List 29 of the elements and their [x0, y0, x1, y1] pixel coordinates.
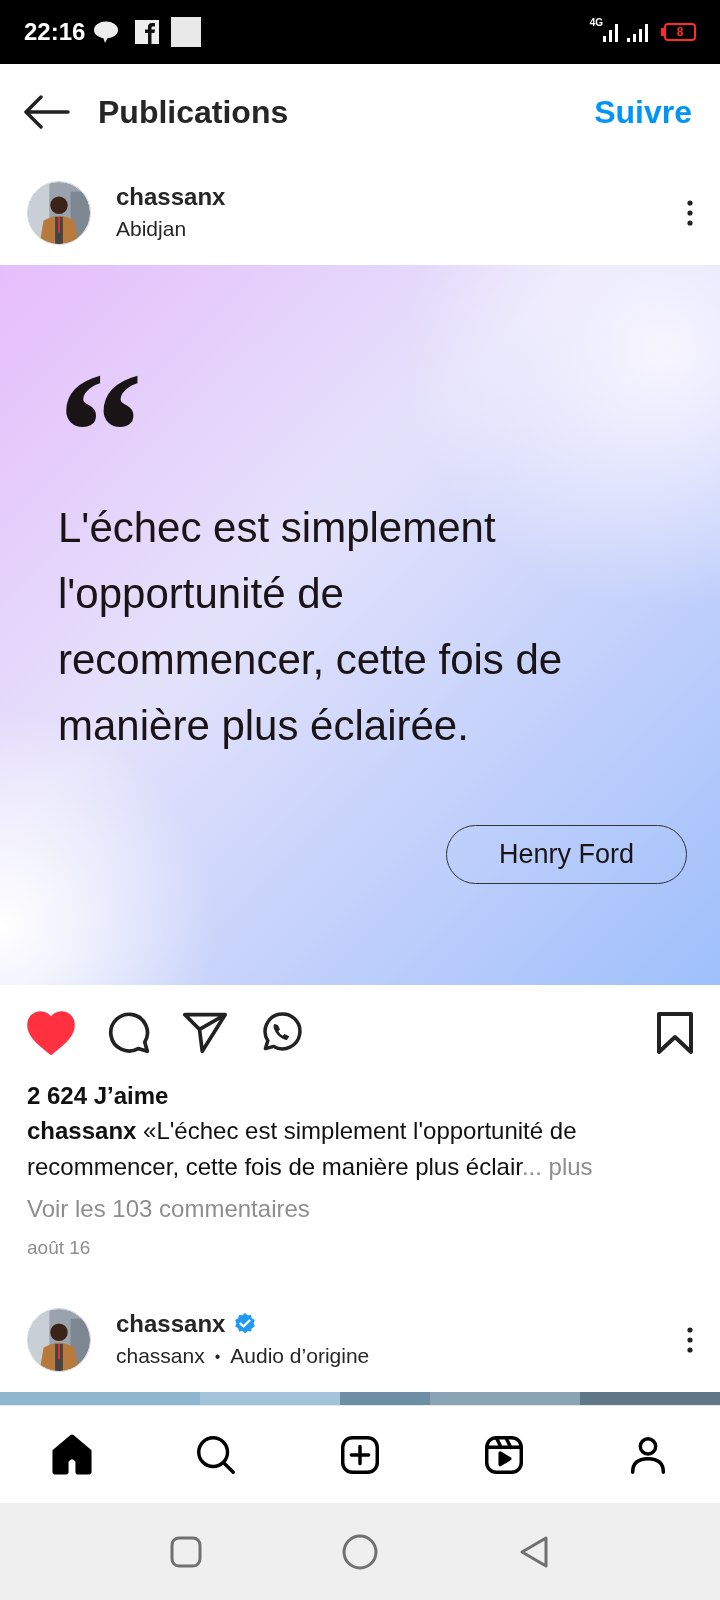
signal-icon [603, 22, 619, 42]
audio-name[interactable]: Audio d’origine [230, 1343, 370, 1370]
facebook-icon [135, 20, 160, 44]
send-icon[interactable] [183, 1012, 227, 1054]
like-heart-icon[interactable] [27, 1011, 75, 1055]
more-options-icon[interactable] [687, 1326, 693, 1353]
quote-mark: “ [58, 377, 143, 447]
home-circle-icon[interactable] [342, 1533, 378, 1570]
quote-text: L'échec est simplement l'opportunité de recommencer, cette fois de manière plus éclairée. [58, 503, 564, 751]
username[interactable]: chassanx [116, 182, 226, 213]
network-type: 4G [589, 18, 603, 28]
battery-level: 8 [676, 26, 684, 38]
bookmark-icon[interactable] [657, 1012, 693, 1054]
page-title: Publications [98, 93, 289, 132]
clock: 22:16 [24, 17, 86, 47]
chat-bubble-icon [93, 20, 120, 44]
separator-dot: • [214, 1346, 221, 1367]
comment-icon[interactable] [107, 1011, 151, 1055]
caption: chassanx «L'échec est simplement l'opportunité de recommencer, cette fois de manière plus éclair... plus [27, 1116, 594, 1182]
back-arrow-icon[interactable] [24, 95, 70, 129]
audio-owner[interactable]: chassanx [116, 1343, 205, 1370]
location[interactable]: Abidjan [116, 216, 226, 243]
image-icon [171, 17, 202, 47]
like-count[interactable]: 2 624 J’aime [27, 1081, 693, 1111]
recent-apps-icon[interactable] [170, 1535, 202, 1568]
username[interactable]: chassanx [116, 1309, 226, 1340]
back-triangle-icon[interactable] [518, 1534, 550, 1569]
more-options-icon[interactable] [687, 199, 693, 226]
post-date: août 16 [27, 1236, 92, 1260]
